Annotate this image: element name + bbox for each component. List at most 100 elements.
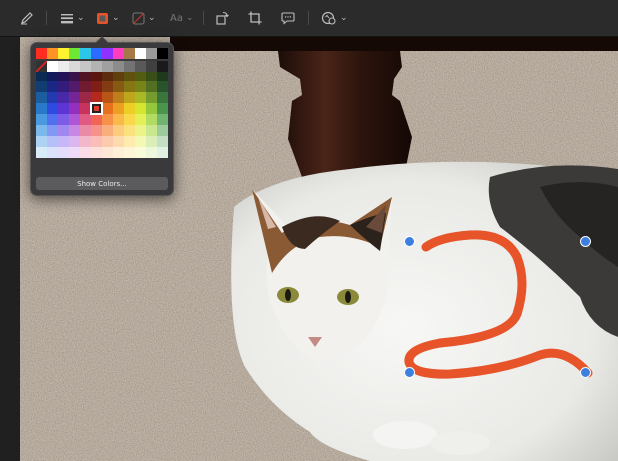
color-swatch[interactable] <box>58 61 69 72</box>
color-swatch[interactable] <box>58 103 69 114</box>
color-swatch[interactable] <box>124 136 135 147</box>
color-swatch[interactable] <box>146 61 157 72</box>
color-swatch[interactable] <box>47 92 58 103</box>
color-swatch[interactable] <box>146 136 157 147</box>
color-swatch[interactable] <box>80 103 91 114</box>
color-swatch[interactable] <box>157 125 168 136</box>
color-swatch[interactable] <box>91 92 102 103</box>
color-swatch[interactable] <box>135 114 146 125</box>
color-swatch[interactable] <box>47 136 58 147</box>
color-swatch[interactable] <box>146 92 157 103</box>
color-swatch[interactable] <box>157 81 168 92</box>
color-swatch[interactable] <box>146 81 157 92</box>
color-swatch[interactable] <box>91 48 102 59</box>
color-swatch[interactable] <box>91 81 102 92</box>
color-swatch[interactable] <box>135 147 146 158</box>
color-swatch[interactable] <box>58 136 69 147</box>
color-swatch[interactable] <box>80 114 91 125</box>
color-swatch[interactable] <box>58 92 69 103</box>
color-swatch[interactable] <box>102 147 113 158</box>
text-style-button[interactable]: Aa ⌄ <box>170 0 194 36</box>
color-swatch[interactable] <box>113 81 124 92</box>
color-swatch[interactable] <box>69 81 80 92</box>
color-swatch[interactable] <box>102 114 113 125</box>
color-swatch[interactable] <box>113 61 124 72</box>
color-swatch[interactable] <box>80 92 91 103</box>
color-swatch[interactable] <box>90 102 103 115</box>
color-swatch[interactable] <box>113 103 124 114</box>
crop-button[interactable] <box>248 0 262 36</box>
color-swatch[interactable] <box>157 61 168 72</box>
color-swatch[interactable] <box>124 147 135 158</box>
color-swatch[interactable] <box>135 136 146 147</box>
color-swatch[interactable] <box>80 147 91 158</box>
color-swatch[interactable] <box>113 114 124 125</box>
color-swatch[interactable] <box>36 81 47 92</box>
color-swatch[interactable] <box>91 147 102 158</box>
show-colors-button[interactable]: Show Colors... <box>36 177 168 190</box>
color-swatch[interactable] <box>58 125 69 136</box>
color-swatch[interactable] <box>157 92 168 103</box>
adjust-button[interactable]: ⌄ <box>321 0 348 36</box>
color-swatch[interactable] <box>36 103 47 114</box>
selection-handle[interactable] <box>404 367 415 378</box>
color-swatch[interactable] <box>69 125 80 136</box>
color-swatch[interactable] <box>69 103 80 114</box>
color-swatch[interactable] <box>124 92 135 103</box>
color-swatch[interactable] <box>102 61 113 72</box>
color-swatch[interactable] <box>135 103 146 114</box>
color-swatch[interactable] <box>58 114 69 125</box>
color-swatch[interactable] <box>47 81 58 92</box>
color-swatch[interactable] <box>91 125 102 136</box>
color-swatch[interactable] <box>157 136 168 147</box>
color-swatch[interactable] <box>113 48 124 59</box>
color-swatch[interactable] <box>47 103 58 114</box>
color-swatch[interactable] <box>157 103 168 114</box>
color-swatch[interactable] <box>36 147 47 158</box>
color-swatch[interactable] <box>69 114 80 125</box>
color-swatch[interactable] <box>124 103 135 114</box>
color-swatch[interactable] <box>102 136 113 147</box>
color-swatch[interactable] <box>91 136 102 147</box>
color-swatch[interactable] <box>146 48 157 59</box>
color-swatch[interactable] <box>36 92 47 103</box>
color-swatch[interactable] <box>91 114 102 125</box>
color-swatch[interactable] <box>47 147 58 158</box>
color-swatch[interactable] <box>91 61 102 72</box>
color-swatch[interactable] <box>102 125 113 136</box>
color-swatch[interactable] <box>135 81 146 92</box>
color-swatch[interactable] <box>146 114 157 125</box>
color-swatch[interactable] <box>146 147 157 158</box>
color-swatch[interactable] <box>157 147 168 158</box>
color-swatch[interactable] <box>157 114 168 125</box>
color-swatch[interactable] <box>157 48 168 59</box>
color-swatch[interactable] <box>47 61 58 72</box>
color-swatch[interactable] <box>80 61 91 72</box>
fill-color-button[interactable]: ⌄ <box>132 0 156 36</box>
color-swatch[interactable] <box>135 48 146 59</box>
color-swatch[interactable] <box>146 103 157 114</box>
border-color-button[interactable]: ⌄ <box>96 0 120 36</box>
color-swatch[interactable] <box>124 125 135 136</box>
shape-style-button[interactable]: ⌄ <box>60 0 85 36</box>
color-swatch[interactable] <box>102 48 113 59</box>
color-swatch[interactable] <box>80 48 91 59</box>
color-swatch[interactable] <box>124 61 135 72</box>
color-swatch[interactable] <box>69 147 80 158</box>
color-swatch[interactable] <box>146 125 157 136</box>
color-swatch[interactable] <box>47 48 58 59</box>
color-swatch[interactable] <box>135 125 146 136</box>
sketch-tool-button[interactable] <box>20 0 34 36</box>
color-swatch[interactable] <box>113 136 124 147</box>
color-swatch[interactable] <box>124 81 135 92</box>
color-swatch[interactable] <box>69 92 80 103</box>
selection-handle[interactable] <box>580 367 591 378</box>
annotate-button[interactable] <box>281 0 295 36</box>
color-swatch[interactable] <box>113 92 124 103</box>
color-swatch[interactable] <box>102 81 113 92</box>
color-swatch[interactable] <box>135 61 146 72</box>
color-swatch[interactable] <box>58 147 69 158</box>
color-swatch[interactable] <box>36 125 47 136</box>
color-swatch[interactable] <box>80 136 91 147</box>
selection-handle[interactable] <box>404 236 415 247</box>
